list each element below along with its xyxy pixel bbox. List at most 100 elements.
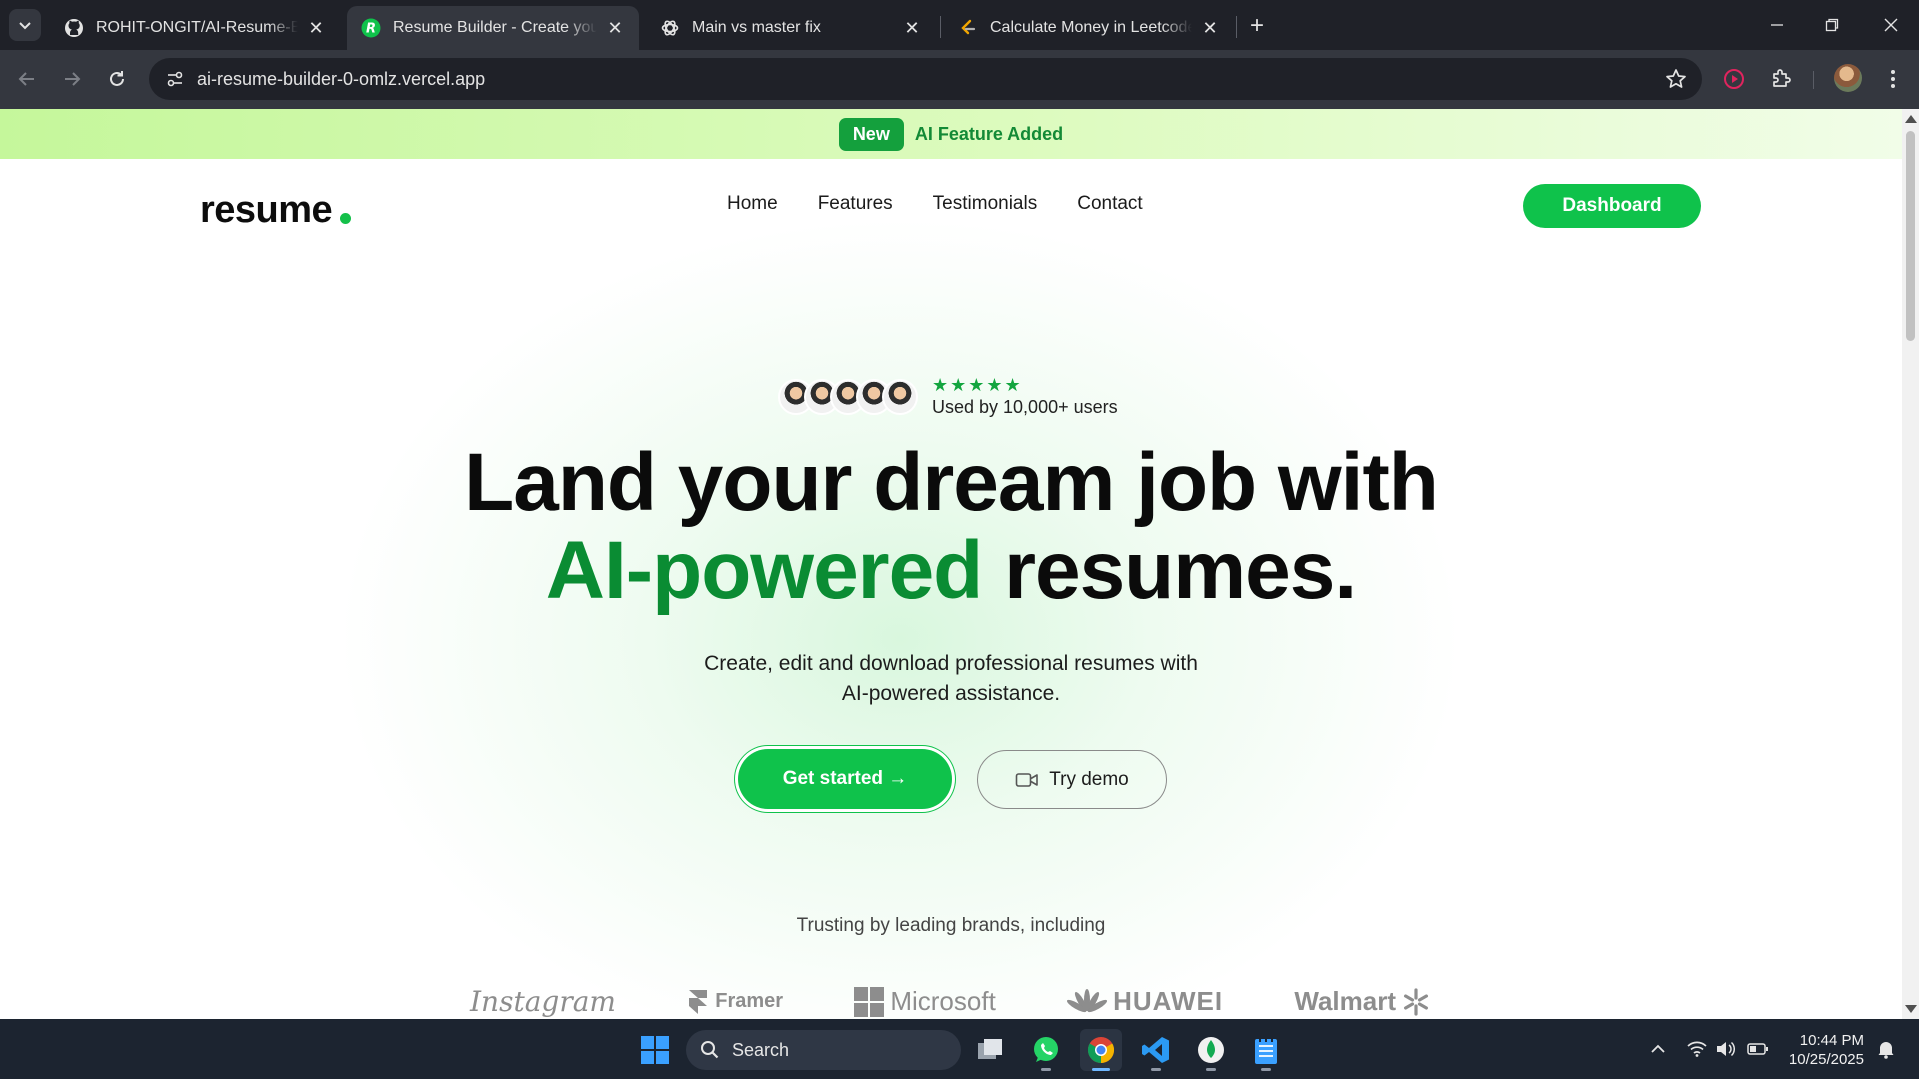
volume-icon[interactable] (1714, 1038, 1736, 1060)
get-started-button[interactable]: Get started → (738, 749, 952, 809)
tab-title: Resume Builder - Create your resume (393, 19, 597, 36)
social-proof: ★★★★★ Used by 10,000+ users (778, 375, 1118, 418)
brand-logos: Instagram Framer Microsoft HUAWEI Walmar… (470, 985, 1430, 1018)
video-camera-icon (1015, 772, 1039, 787)
start-button[interactable] (634, 1029, 676, 1071)
clock-date: 10/25/2025 (1788, 1051, 1864, 1068)
tab-title: Calculate Money in Leetcode Bank (990, 19, 1192, 36)
hero-headline: Land your dream job with AI-powered resu… (0, 439, 1902, 615)
hero-subtitle: Create, edit and download professional r… (0, 649, 1902, 709)
scrollbar-thumb[interactable] (1906, 131, 1915, 341)
system-clock[interactable]: 10:44 PM 10/25/2025 (1784, 1031, 1864, 1069)
github-icon (64, 18, 84, 38)
close-icon[interactable]: ✕ (605, 18, 625, 38)
chrome-icon (1087, 1037, 1115, 1064)
restore-button[interactable] (1812, 8, 1852, 42)
running-indicator (1151, 1068, 1161, 1071)
forward-button[interactable] (56, 63, 88, 95)
web-page: New AI Feature Added resume Home Feature… (0, 109, 1902, 1019)
main-nav: Home Features Testimonials Contact (727, 193, 1143, 215)
hero-line-2: AI-powered resumes. (0, 527, 1902, 615)
taskbar-whatsapp[interactable] (1025, 1029, 1067, 1071)
chrome-menu-button[interactable] (1877, 63, 1909, 95)
nav-testimonials[interactable]: Testimonials (933, 193, 1038, 215)
new-tab-button[interactable]: + (1243, 12, 1271, 40)
show-hidden-icons-button[interactable] (1647, 1038, 1669, 1060)
svg-text:R: R (366, 22, 376, 37)
plus-icon: + (1249, 12, 1264, 39)
subtitle-line-1: Create, edit and download professional r… (704, 652, 1198, 675)
nav-home[interactable]: Home (727, 193, 778, 215)
windows-icon (641, 1036, 669, 1064)
close-icon[interactable]: ✕ (1200, 18, 1220, 38)
brand-instagram: Instagram (470, 985, 616, 1018)
tab-leetcode[interactable]: Calculate Money in Leetcode Bank ✕ (944, 6, 1234, 50)
nav-features[interactable]: Features (818, 193, 893, 215)
chevron-down-icon (19, 22, 31, 30)
leetcode-icon (958, 18, 978, 38)
dashboard-button[interactable]: Dashboard (1523, 184, 1701, 228)
taskbar-notepad[interactable] (1245, 1029, 1287, 1071)
close-icon (1884, 18, 1898, 32)
minimize-button[interactable] (1757, 8, 1797, 42)
restore-icon (1825, 18, 1839, 32)
reload-icon (110, 71, 124, 86)
taskbar-search[interactable]: Search (686, 1030, 961, 1070)
back-button[interactable] (11, 63, 43, 95)
notifications-icon[interactable] (1875, 1038, 1897, 1060)
brand-microsoft: Microsoft (854, 986, 996, 1017)
trust-text: Trusting by leading brands, including (796, 915, 1106, 936)
running-indicator (1261, 1068, 1271, 1071)
user-avatar (882, 378, 918, 415)
page-scrollbar[interactable] (1902, 109, 1919, 1019)
running-indicator (1092, 1068, 1110, 1071)
announcement-banner: New AI Feature Added (0, 109, 1902, 159)
battery-icon[interactable] (1747, 1038, 1769, 1060)
bookmark-star-icon[interactable] (1664, 67, 1688, 91)
extension-record-icon[interactable] (1718, 63, 1750, 95)
taskbar-file-explorer[interactable] (970, 1029, 1012, 1071)
reload-button[interactable] (101, 63, 133, 95)
minimize-icon (1771, 24, 1783, 26)
taskbar-mongodb[interactable] (1190, 1029, 1232, 1071)
resume-builder-favicon: R (361, 18, 381, 38)
url-text: ai-resume-builder-0-omlz.vercel.app (197, 68, 486, 89)
huawei-icon (1067, 988, 1108, 1012)
brand-framer: Framer (687, 988, 783, 1016)
vscode-icon (1142, 1037, 1169, 1063)
brand-huawei: HUAWEI (1067, 986, 1223, 1017)
windows-taskbar: Search 10:44 PM 10/25/2025 (0, 1019, 1919, 1079)
tab-github[interactable]: ROHIT-ONGIT/AI-Resume-Builder ✕ (50, 6, 340, 50)
close-icon[interactable]: ✕ (306, 18, 326, 38)
tab-resume-builder[interactable]: R Resume Builder - Create your resume ✕ (347, 6, 639, 50)
toolbar-divider (1813, 71, 1814, 89)
try-demo-button[interactable]: Try demo (977, 750, 1167, 809)
chatgpt-icon (660, 18, 680, 38)
scroll-down-arrow-icon[interactable] (1905, 1005, 1917, 1013)
banner-text: AI Feature Added (914, 123, 1064, 144)
tab-separator (1236, 16, 1237, 38)
whatsapp-icon (1034, 1037, 1058, 1062)
browser-toolbar: ai-resume-builder-0-omlz.vercel.app (0, 50, 1919, 109)
address-bar[interactable]: ai-resume-builder-0-omlz.vercel.app (149, 58, 1702, 100)
taskbar-vscode[interactable] (1135, 1029, 1177, 1071)
extensions-puzzle-icon[interactable] (1765, 63, 1797, 95)
nav-contact[interactable]: Contact (1077, 193, 1142, 215)
kebab-menu-icon (1891, 70, 1895, 88)
subtitle-line-2: AI-powered assistance. (841, 682, 1061, 705)
arrow-left-icon (18, 72, 34, 86)
taskbar-chrome[interactable] (1080, 1029, 1122, 1071)
wifi-icon[interactable] (1686, 1038, 1708, 1060)
tab-title: ROHIT-ONGIT/AI-Resume-Builder (96, 19, 298, 36)
site-logo[interactable]: resume (200, 189, 352, 232)
close-icon[interactable]: ✕ (902, 18, 922, 38)
close-window-button[interactable] (1871, 8, 1911, 42)
tab-chatgpt[interactable]: Main vs master fix ✕ (646, 6, 936, 50)
brand-walmart: Walmart (1294, 986, 1430, 1017)
notepad-icon (1255, 1037, 1277, 1064)
tab-search-button[interactable] (9, 9, 41, 41)
site-info-icon[interactable] (157, 61, 193, 97)
profile-avatar[interactable] (1834, 64, 1862, 92)
scroll-up-arrow-icon[interactable] (1905, 115, 1917, 123)
search-label: Search (732, 1039, 790, 1060)
